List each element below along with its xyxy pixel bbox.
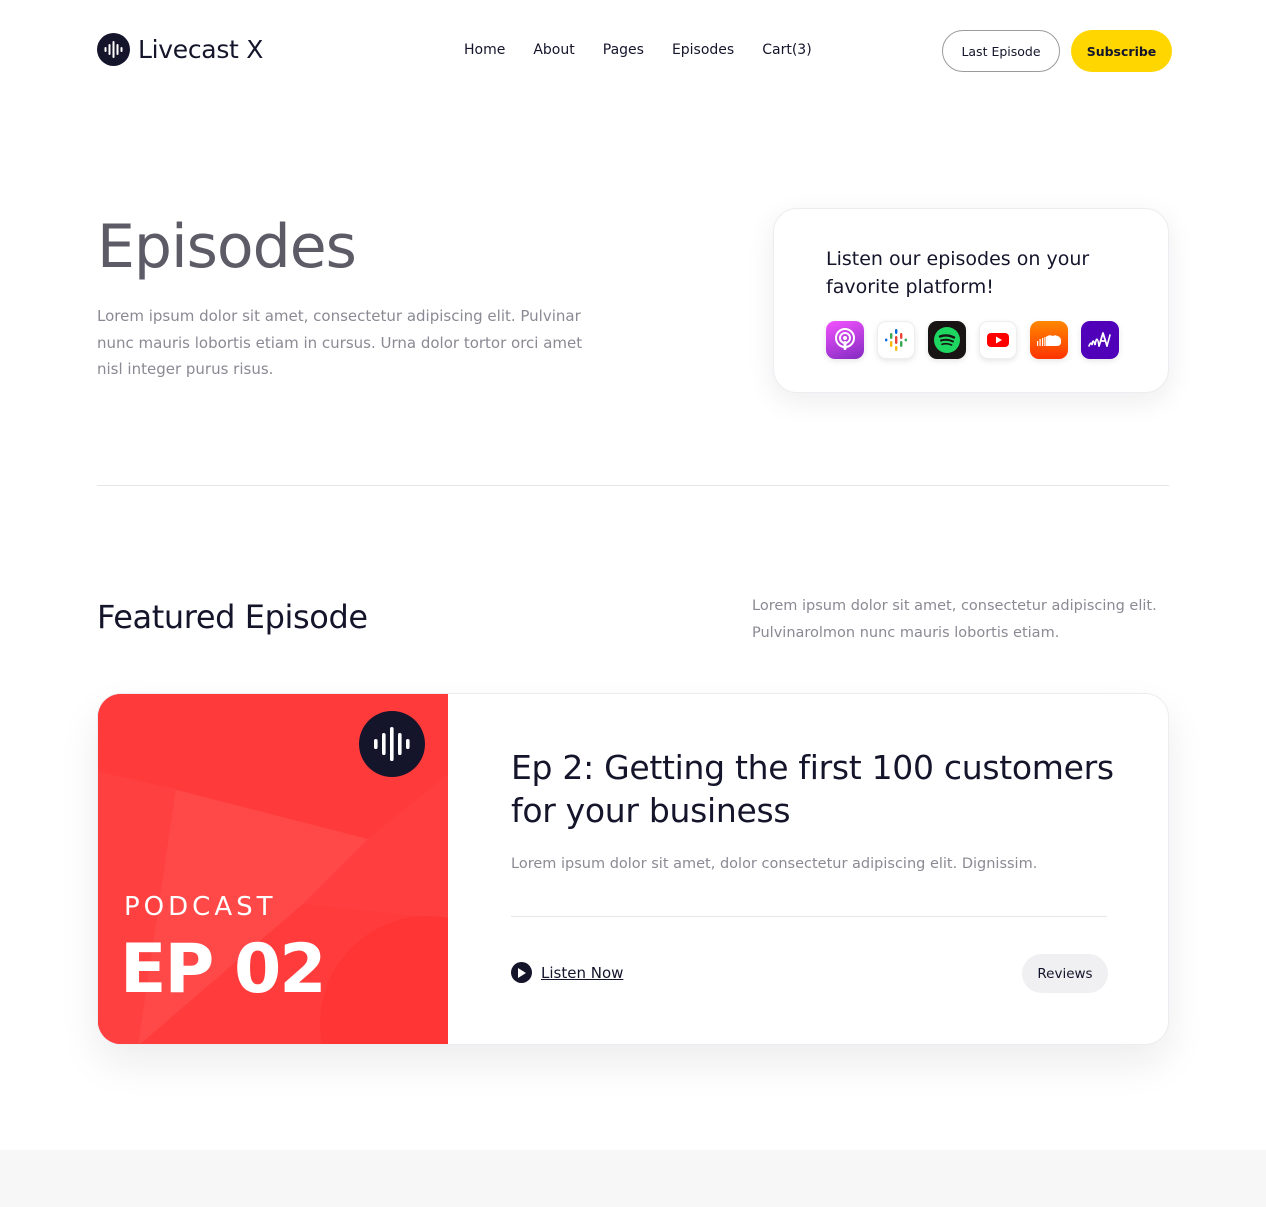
hero-description: Lorem ipsum dolor sit amet, consectetur …	[97, 307, 583, 378]
page-title: Episodes	[97, 212, 357, 282]
soundwave-icon	[359, 711, 425, 777]
subscribe-button[interactable]: Subscribe	[1071, 30, 1172, 72]
listen-now-label: Listen Now	[541, 963, 624, 982]
play-icon	[511, 962, 532, 983]
logo-text: Livecast X	[138, 35, 264, 64]
spotify-icon[interactable]	[928, 321, 966, 359]
nav-item-about[interactable]: About	[533, 42, 574, 58]
featured-title: Featured Episode	[97, 598, 368, 636]
apple-podcasts-icon[interactable]	[826, 321, 864, 359]
listen-now-link[interactable]: Listen Now	[511, 962, 623, 983]
episode-divider	[511, 916, 1107, 917]
nav-item-home[interactable]: Home	[464, 42, 505, 58]
platforms-heading: Listen our episodes on your favorite pla…	[826, 248, 1090, 298]
nav-item-cart[interactable]: Cart(3)	[762, 42, 811, 58]
section-divider	[97, 485, 1169, 486]
footer-band	[0, 1150, 1266, 1207]
cover-episode-number: EP 02	[120, 930, 327, 1009]
platform-list	[826, 321, 1132, 359]
episode-cover[interactable]: PODCAST EP 02	[98, 694, 448, 1044]
last-episode-button[interactable]: Last Episode	[942, 30, 1060, 72]
cover-podcast-label: PODCAST	[124, 892, 277, 922]
main-nav: Home About Pages Episodes Cart(3)	[464, 42, 840, 58]
google-podcasts-icon[interactable]	[877, 321, 915, 359]
site-header: Livecast X Home About Pages Episodes Car…	[0, 0, 1266, 102]
youtube-icon[interactable]	[979, 321, 1017, 359]
soundcloud-icon[interactable]	[1030, 321, 1068, 359]
featured-description: Lorem ipsum dolor sit amet, consectetur …	[752, 598, 1157, 641]
reviews-button[interactable]: Reviews	[1022, 954, 1108, 993]
soundwave-logo-icon	[97, 33, 130, 66]
featured-episode-card[interactable]: PODCAST EP 02 Ep 2: Getting the first 10…	[97, 693, 1169, 1045]
platforms-card: Listen our episodes on your favorite pla…	[773, 208, 1169, 393]
episode-title[interactable]: Ep 2: Getting the first 100 customers fo…	[511, 746, 1131, 832]
nav-item-pages[interactable]: Pages	[603, 42, 644, 58]
anchor-icon[interactable]	[1081, 321, 1119, 359]
episode-description: Lorem ipsum dolor sit amet, dolor consec…	[511, 856, 1038, 872]
nav-item-episodes[interactable]: Episodes	[672, 42, 734, 58]
logo[interactable]: Livecast X	[97, 33, 263, 66]
